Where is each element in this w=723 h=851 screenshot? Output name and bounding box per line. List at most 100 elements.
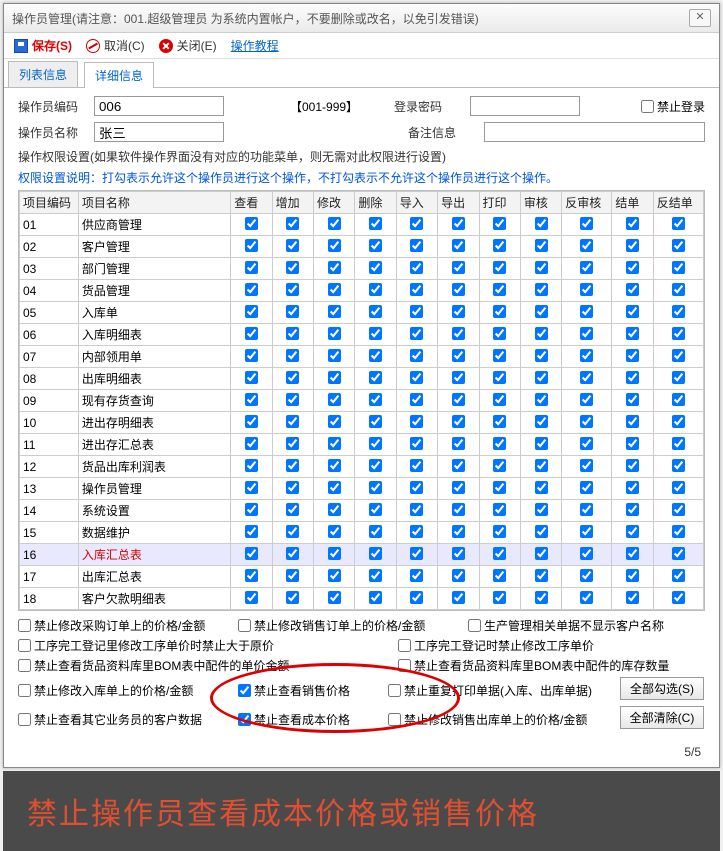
opt-r4a[interactable] [18, 684, 31, 697]
perm-checkbox[interactable] [580, 349, 593, 362]
table-row[interactable]: 04货品管理 [20, 280, 704, 302]
perm-checkbox[interactable] [580, 393, 593, 406]
table-row[interactable]: 12货品出库利润表 [20, 456, 704, 478]
perm-checkbox[interactable] [672, 305, 685, 318]
perm-checkbox[interactable] [672, 327, 685, 340]
perm-checkbox[interactable] [493, 393, 506, 406]
perm-checkbox[interactable] [410, 217, 423, 230]
perm-checkbox[interactable] [493, 525, 506, 538]
opt-r3c[interactable] [398, 659, 411, 672]
perm-checkbox[interactable] [493, 415, 506, 428]
perm-checkbox[interactable] [535, 283, 548, 296]
perm-checkbox[interactable] [535, 437, 548, 450]
perm-checkbox[interactable] [580, 217, 593, 230]
perm-checkbox[interactable] [410, 437, 423, 450]
perm-checkbox[interactable] [493, 261, 506, 274]
perm-checkbox[interactable] [672, 349, 685, 362]
perm-checkbox[interactable] [452, 415, 465, 428]
perm-checkbox[interactable] [369, 591, 382, 604]
perm-checkbox[interactable] [286, 547, 299, 560]
perm-checkbox[interactable] [672, 569, 685, 582]
perm-checkbox[interactable] [626, 503, 639, 516]
pwd-input[interactable] [470, 96, 580, 116]
perm-checkbox[interactable] [369, 371, 382, 384]
perm-checkbox[interactable] [580, 371, 593, 384]
perm-checkbox[interactable] [328, 591, 341, 604]
perm-checkbox[interactable] [672, 481, 685, 494]
opt-r1a[interactable] [18, 619, 31, 632]
table-row[interactable]: 15数据维护 [20, 522, 704, 544]
perm-checkbox[interactable] [410, 283, 423, 296]
opt-r4c[interactable] [388, 684, 401, 697]
perm-checkbox[interactable] [580, 525, 593, 538]
perm-checkbox[interactable] [493, 481, 506, 494]
perm-checkbox[interactable] [328, 547, 341, 560]
perm-checkbox[interactable] [328, 437, 341, 450]
perm-checkbox[interactable] [410, 371, 423, 384]
perm-checkbox[interactable] [245, 569, 258, 582]
opt-r5a[interactable] [18, 713, 31, 726]
perm-checkbox[interactable] [535, 305, 548, 318]
perm-checkbox[interactable] [410, 349, 423, 362]
opt-r1b[interactable] [238, 619, 251, 632]
perm-checkbox[interactable] [410, 261, 423, 274]
perm-checkbox[interactable] [626, 393, 639, 406]
perm-checkbox[interactable] [245, 459, 258, 472]
perm-checkbox[interactable] [369, 503, 382, 516]
perm-checkbox[interactable] [672, 415, 685, 428]
perm-checkbox[interactable] [580, 261, 593, 274]
perm-checkbox[interactable] [580, 437, 593, 450]
perm-checkbox[interactable] [452, 591, 465, 604]
perm-checkbox[interactable] [286, 569, 299, 582]
perm-checkbox[interactable] [452, 525, 465, 538]
perm-checkbox[interactable] [286, 481, 299, 494]
perm-checkbox[interactable] [369, 393, 382, 406]
perm-checkbox[interactable] [493, 547, 506, 560]
perm-checkbox[interactable] [452, 283, 465, 296]
perm-checkbox[interactable] [286, 261, 299, 274]
perm-checkbox[interactable] [410, 591, 423, 604]
perm-checkbox[interactable] [328, 239, 341, 252]
opt-r4b[interactable] [238, 684, 251, 697]
perm-checkbox[interactable] [493, 305, 506, 318]
opt-r5c[interactable] [388, 713, 401, 726]
perm-checkbox[interactable] [369, 283, 382, 296]
perm-checkbox[interactable] [626, 547, 639, 560]
perm-checkbox[interactable] [626, 217, 639, 230]
perm-checkbox[interactable] [493, 327, 506, 340]
table-row[interactable]: 17出库汇总表 [20, 566, 704, 588]
table-row[interactable]: 10进出存明细表 [20, 412, 704, 434]
tab-list[interactable]: 列表信息 [8, 61, 78, 87]
table-row[interactable]: 16入库汇总表 [20, 544, 704, 566]
perm-checkbox[interactable] [580, 547, 593, 560]
check-all-button[interactable]: 全部勾选(S) [620, 677, 704, 700]
perm-checkbox[interactable] [535, 239, 548, 252]
perm-checkbox[interactable] [328, 327, 341, 340]
perm-checkbox[interactable] [580, 327, 593, 340]
perm-checkbox[interactable] [245, 415, 258, 428]
perm-checkbox[interactable] [286, 591, 299, 604]
perm-checkbox[interactable] [410, 393, 423, 406]
perm-checkbox[interactable] [535, 547, 548, 560]
perm-checkbox[interactable] [328, 525, 341, 538]
perm-checkbox[interactable] [626, 327, 639, 340]
perm-checkbox[interactable] [369, 349, 382, 362]
perm-checkbox[interactable] [410, 305, 423, 318]
perm-checkbox[interactable] [672, 547, 685, 560]
perm-checkbox[interactable] [452, 569, 465, 582]
perm-checkbox[interactable] [245, 371, 258, 384]
perm-checkbox[interactable] [410, 525, 423, 538]
perm-checkbox[interactable] [626, 481, 639, 494]
perm-checkbox[interactable] [369, 459, 382, 472]
perm-checkbox[interactable] [369, 481, 382, 494]
perm-checkbox[interactable] [493, 217, 506, 230]
perm-checkbox[interactable] [452, 547, 465, 560]
perm-checkbox[interactable] [452, 503, 465, 516]
perm-checkbox[interactable] [580, 239, 593, 252]
table-row[interactable]: 13操作员管理 [20, 478, 704, 500]
perm-checkbox[interactable] [452, 393, 465, 406]
perm-checkbox[interactable] [245, 393, 258, 406]
perm-checkbox[interactable] [369, 217, 382, 230]
perm-checkbox[interactable] [245, 327, 258, 340]
perm-checkbox[interactable] [245, 217, 258, 230]
